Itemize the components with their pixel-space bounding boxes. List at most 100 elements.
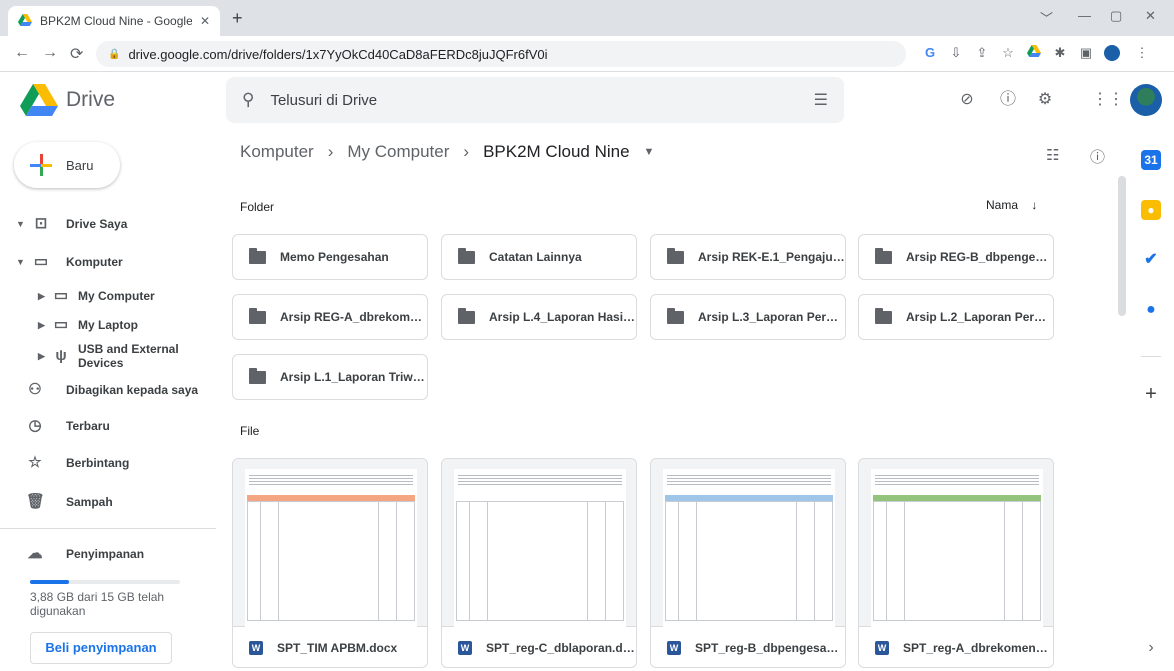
folder-item[interactable]: Arsip L.2_Laporan Permo... — [858, 294, 1054, 340]
profile-icon[interactable] — [1104, 45, 1120, 61]
file-thumbnail — [233, 459, 427, 627]
list-view-icon[interactable]: ☷ — [1046, 146, 1059, 164]
folder-name: Arsip L.4_Laporan Hasil A... — [489, 310, 636, 324]
search-bar[interactable]: ⚲ Telusuri di Drive ☰ — [226, 77, 844, 123]
tasks-icon[interactable]: ✔ — [1141, 250, 1161, 270]
browser-menu-icon[interactable]: ⋮ — [1134, 45, 1150, 61]
folder-icon — [667, 307, 684, 324]
folder-icon — [249, 247, 266, 264]
expand-panel-icon[interactable]: › — [1141, 638, 1161, 658]
keep-icon[interactable]: ● — [1141, 200, 1161, 220]
google-icon[interactable]: G — [922, 45, 938, 61]
account-avatar[interactable] — [1130, 84, 1162, 116]
info-icon[interactable]: ⓘ — [1090, 146, 1105, 167]
buy-storage-button[interactable]: Beli penyimpanan — [30, 632, 172, 664]
search-options-icon[interactable]: ☰ — [814, 90, 828, 110]
sidebar-item-my-computer[interactable]: ▶ ▭ My Computer — [0, 282, 216, 310]
sort-arrow-icon[interactable]: ↓ — [1031, 198, 1037, 212]
share-icon[interactable]: ⇪ — [974, 45, 990, 61]
install-app-icon[interactable]: ⇩ — [948, 45, 964, 61]
folder-item[interactable]: Memo Pengesahan — [232, 234, 428, 280]
file-thumbnail — [651, 459, 845, 627]
contacts-icon[interactable]: ● — [1141, 300, 1161, 320]
laptop-icon: ▭ — [53, 316, 69, 333]
forward-icon[interactable]: → — [42, 44, 58, 62]
file-card[interactable]: W SPT_reg-B_dbpengesaha... — [650, 458, 846, 668]
folder-name: Memo Pengesahan — [280, 250, 389, 264]
drive-extension-icon[interactable] — [1026, 45, 1042, 61]
drive-logo[interactable]: Drive — [20, 84, 115, 116]
folder-item[interactable]: Arsip REK-E.1_Pengajuan ... — [650, 234, 846, 280]
address-bar[interactable]: 🔒 drive.google.com/drive/folders/1x7YyOk… — [96, 41, 906, 67]
bookmark-star-icon[interactable]: ☆ — [1000, 45, 1016, 61]
file-meta: W SPT_reg-C_dblaporan.docx — [442, 627, 636, 667]
help-icon[interactable]: ⓘ — [997, 89, 1019, 111]
word-doc-icon: W — [667, 641, 681, 655]
sidebar-item-starred[interactable]: ☆ Berbintang — [0, 449, 216, 477]
file-card[interactable]: W SPT_reg-A_dbrekomenda... — [858, 458, 1054, 668]
maximize-button[interactable]: ▢ — [1110, 8, 1122, 24]
folder-icon — [249, 307, 266, 324]
close-window-button[interactable]: ✕ — [1145, 8, 1156, 24]
new-tab-button[interactable]: + — [232, 8, 243, 29]
chevron-down-icon[interactable]: ▼ — [644, 146, 655, 158]
expand-caret-icon[interactable]: ▶ — [38, 351, 45, 362]
folder-item[interactable]: Arsip REG-B_dbpengesah... — [858, 234, 1054, 280]
word-doc-icon: W — [249, 641, 263, 655]
sort-control[interactable]: Nama ↓ — [986, 198, 1037, 212]
search-icon[interactable]: ⚲ — [242, 90, 254, 110]
expand-caret-icon[interactable]: ▼ — [16, 257, 25, 267]
apps-grid-icon[interactable]: ⋮⋮ — [1092, 89, 1124, 111]
sidebar-item-label: Berbintang — [66, 456, 130, 470]
sidebar-item-storage[interactable]: ☁ Penyimpanan — [0, 540, 216, 568]
sidebar-item-shared[interactable]: ⚇ Dibagikan kepada saya — [0, 376, 216, 404]
sidebar-item-computers[interactable]: ▼ ▭ Komputer — [0, 248, 216, 276]
folder-name: Arsip REK-E.1_Pengajuan ... — [698, 250, 845, 264]
search-input[interactable]: Telusuri di Drive — [270, 92, 813, 109]
sidebar-item-my-drive[interactable]: ▼ ⊡ Drive Saya — [0, 210, 216, 238]
folder-name: Arsip L.1_Laporan Triwulan — [280, 370, 427, 384]
folder-icon — [458, 307, 475, 324]
url-text: drive.google.com/drive/folders/1x7YyOkCd… — [128, 46, 548, 62]
folder-item[interactable]: Catatan Lainnya — [441, 234, 637, 280]
folder-icon — [875, 307, 892, 324]
file-name: SPT_TIM APBM.docx — [277, 641, 398, 655]
sidebar-item-my-laptop[interactable]: ▶ ▭ My Laptop — [0, 311, 216, 339]
tab-close-icon[interactable]: ✕ — [200, 14, 210, 28]
storage-quota-fill — [30, 580, 69, 584]
folder-item[interactable]: Arsip L.1_Laporan Triwulan — [232, 354, 428, 400]
breadcrumb-current[interactable]: BPK2M Cloud Nine — [483, 142, 629, 162]
file-card[interactable]: W SPT_reg-C_dblaporan.docx — [441, 458, 637, 668]
folder-name: Arsip REG-B_dbpengesah... — [906, 250, 1053, 264]
expand-caret-icon[interactable]: ▼ — [16, 219, 25, 229]
browser-tab[interactable]: BPK2M Cloud Nine - Google Drive ✕ — [8, 6, 220, 36]
expand-caret-icon[interactable]: ▶ — [38, 320, 45, 331]
sidebar-item-recent[interactable]: ◷ Terbaru — [0, 412, 216, 440]
trash-icon: 🗑 — [26, 493, 46, 510]
breadcrumb-item[interactable]: My Computer — [347, 142, 449, 162]
sort-label: Nama — [986, 198, 1019, 212]
calendar-icon[interactable]: 31 — [1141, 150, 1161, 170]
tab-search-icon[interactable]: ﹀ — [1040, 8, 1053, 27]
back-icon[interactable]: ← — [14, 44, 30, 62]
new-button[interactable]: Baru — [14, 142, 120, 188]
minimize-button[interactable]: — — [1078, 8, 1091, 23]
expand-caret-icon[interactable]: ▶ — [38, 291, 45, 302]
sidebar-item-usb-devices[interactable]: ▶ ψ USB and External Devices — [0, 342, 216, 370]
side-panel-icon[interactable]: ▣ — [1078, 45, 1094, 61]
folder-item[interactable]: Arsip REG-A_dbrekomend... — [232, 294, 428, 340]
reload-icon[interactable]: ⟳ — [70, 44, 83, 64]
scrollbar[interactable] — [1118, 176, 1126, 316]
file-card[interactable]: W SPT_TIM APBM.docx — [232, 458, 428, 668]
folder-item[interactable]: Arsip L.3_Laporan Permo... — [650, 294, 846, 340]
folder-icon — [875, 247, 892, 264]
settings-gear-icon[interactable]: ⚙ — [1034, 89, 1056, 111]
extensions-icon[interactable]: ✱ — [1052, 45, 1068, 61]
document-preview — [245, 469, 417, 627]
breadcrumb-item[interactable]: Komputer — [240, 142, 314, 162]
offline-ready-icon[interactable]: ⊘ — [956, 89, 978, 111]
add-addon-icon[interactable]: + — [1141, 384, 1161, 404]
document-preview — [454, 469, 626, 627]
sidebar-item-trash[interactable]: 🗑 Sampah — [0, 488, 216, 516]
folder-item[interactable]: Arsip L.4_Laporan Hasil A... — [441, 294, 637, 340]
